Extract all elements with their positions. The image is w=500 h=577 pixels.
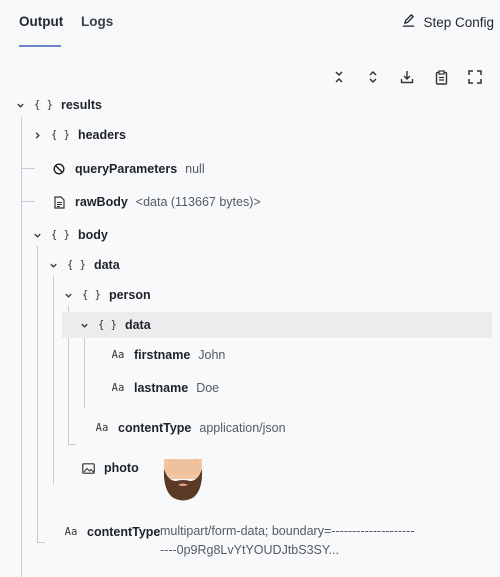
chevron-down-icon[interactable] [47,259,59,271]
tree-guide-line [53,276,54,484]
tab-logs[interactable]: Logs [81,14,113,29]
node-key: results [60,98,102,112]
image-icon [80,462,96,474]
clipboard-icon[interactable] [432,66,450,88]
content-type-value-line-2: ----0p9Rg8LvYtYOUDJtbS3SY... [160,543,340,557]
object-braces-icon: { } [67,259,86,271]
node-key: contentType [118,421,192,435]
content-type-value-line-1: multipart/form-data; boundary=----------… [160,524,415,538]
node-value: Doe [196,381,220,395]
node-key: photo [104,461,139,475]
collapse-all-icon[interactable] [330,66,348,88]
object-braces-icon: { } [51,229,70,241]
output-toolbar [330,66,484,88]
string-type-icon: Aa [95,422,109,434]
tree-node-rawBody: rawBody <data (113667 bytes)> [51,190,261,214]
node-key: data [93,258,120,272]
tab-output[interactable]: Output [19,14,63,29]
tree-guide-line [21,117,22,577]
object-braces-icon: { } [98,319,117,331]
node-value: application/json [199,421,286,435]
expand-all-icon[interactable] [364,66,382,88]
node-key: rawBody [75,195,128,209]
tree-guide-line [68,444,76,445]
node-key: person [108,288,151,302]
chevron-down-icon[interactable] [62,289,74,301]
string-type-icon: Aa [111,382,125,394]
node-value: John [198,348,226,362]
node-value: <data (113667 bytes)> [135,195,261,209]
object-braces-icon: { } [34,99,53,111]
string-type-icon: Aa [111,349,125,361]
fullscreen-icon[interactable] [466,66,484,88]
chevron-down-icon[interactable] [78,319,90,331]
output-tabs: Output Logs Step Config [0,0,500,48]
object-braces-icon: { } [82,289,101,301]
tree-guide-line [21,168,35,169]
node-key: headers [77,128,126,142]
tree-guide-line [84,336,85,408]
tree-node-person: { } person [62,283,159,307]
tree-node-firstname: Aa firstname John [110,343,226,367]
node-key: contentType [87,525,161,539]
tree-node-lastname: Aa lastname Doe [110,376,219,400]
node-key: data [124,318,151,332]
chevron-down-icon[interactable] [14,99,26,111]
tree-node-contentType-inner: Aa contentType application/json [94,416,286,440]
file-icon [51,195,67,209]
edit-pencil-icon [401,13,416,31]
node-value: null [185,162,205,176]
tree-guide-line [37,246,38,542]
object-braces-icon: { } [51,129,70,141]
chevron-down-icon[interactable] [31,229,43,241]
active-tab-indicator [19,45,61,47]
node-key: body [77,228,108,242]
tree-node-contentType-outer: Aa contentType [63,520,168,544]
string-type-icon: Aa [64,526,78,538]
tree-node-queryParameters: queryParameters null [51,157,205,181]
tree-node-results: { } results [14,93,110,117]
step-config-label: Step Config [423,14,494,30]
tree-guide-line [37,542,45,543]
tree-node-data: { } data [47,253,128,277]
tree-node-person-data[interactable]: { } data [78,313,159,337]
chevron-right-icon[interactable] [31,129,43,141]
tree-node-body: { } body [31,223,116,247]
node-key: firstname [134,348,191,362]
node-value: multipart/form-data; boundary=----------… [160,522,460,560]
step-config-button[interactable]: Step Config [401,13,494,31]
node-key: lastname [134,381,189,395]
tree-guide-line [21,201,35,202]
download-icon[interactable] [398,66,416,88]
photo-thumbnail[interactable] [160,459,206,501]
node-key: queryParameters [75,162,178,176]
null-icon [51,163,67,175]
tree-node-photo: photo [80,456,147,480]
tree-node-headers: { } headers [31,123,134,147]
